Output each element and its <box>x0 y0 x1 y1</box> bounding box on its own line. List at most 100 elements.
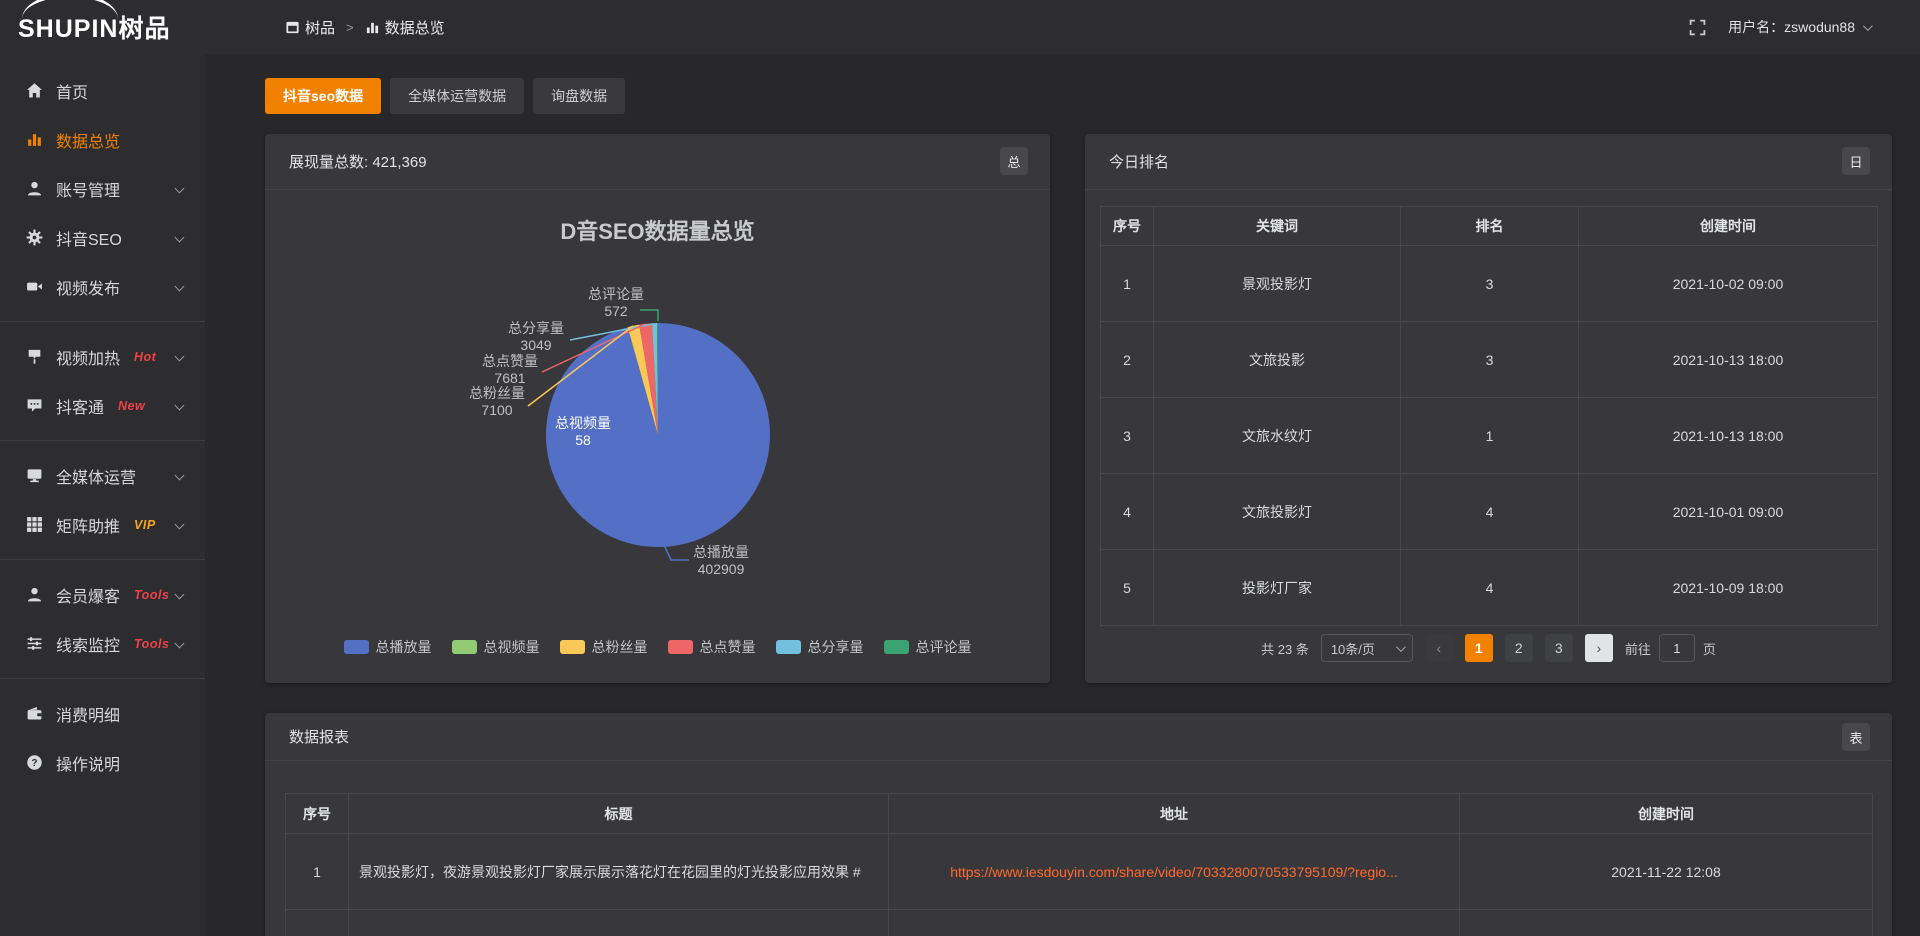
table-row[interactable]: 2 文旅投影 3 2021-10-13 18:00 <box>1101 322 1878 398</box>
tab-inquiry-data[interactable]: 询盘数据 <box>533 78 625 114</box>
chevron-down-icon <box>175 282 185 292</box>
sidebar-item-douketong[interactable]: 抖客通 New <box>0 381 205 430</box>
breadcrumb-root[interactable]: 树品 <box>285 17 335 38</box>
breadcrumb-root-label: 树品 <box>305 17 335 38</box>
chevron-down-icon <box>175 401 185 411</box>
next-page-button[interactable]: › <box>1585 634 1613 662</box>
pie-label-comments: 总评论量572 <box>588 286 644 320</box>
total-toggle-button[interactable]: 总 <box>1000 147 1028 175</box>
report-table: 序号 标题 地址 创建时间 1 景观投影灯，夜游景观投影灯厂家展示展示落花灯在花… <box>285 793 1873 936</box>
tab-media-operation-data[interactable]: 全媒体运营数据 <box>390 78 524 114</box>
legend-item-likes[interactable]: 总点赞量 <box>668 637 756 657</box>
impressions-total: 展现量总数: 421,369 <box>289 151 427 172</box>
cell-index: 1 <box>1101 246 1154 322</box>
pie-label-video: 总视频量58 <box>555 415 611 449</box>
page-button-1[interactable]: 1 <box>1465 634 1493 662</box>
cell-created: 2021-10-09 18:00 <box>1579 550 1878 626</box>
cell-keyword: 文旅水纹灯 <box>1154 398 1401 474</box>
table-row[interactable]: 3 文旅水纹灯 1 2021-10-13 18:00 <box>1101 398 1878 474</box>
sidebar-item-account[interactable]: 账号管理 <box>0 164 205 213</box>
page-button-3[interactable]: 3 <box>1545 634 1573 662</box>
sidebar-divider <box>0 559 205 560</box>
vip-badge: VIP <box>134 518 156 532</box>
table-header-row: 序号 标题 地址 创建时间 <box>286 794 1873 834</box>
goto-page-input[interactable] <box>1659 634 1695 662</box>
logo: SHUPIN树品 <box>0 9 205 45</box>
table-row[interactable]: 1 景观投影灯，夜游景观投影灯厂家展示展示落花灯在花园里的灯光投影应用效果 # … <box>286 834 1873 910</box>
sidebar-item-label: 账号管理 <box>56 177 120 201</box>
sidebar-item-label: 操作说明 <box>56 751 120 775</box>
cell-created: 2021-10-13 18:00 <box>1579 322 1878 398</box>
legend-item-play[interactable]: 总播放量 <box>344 637 432 657</box>
cell-index: 4 <box>1101 474 1154 550</box>
chevron-down-icon <box>1396 642 1406 652</box>
legend-item-comments[interactable]: 总评论量 <box>884 637 972 657</box>
sidebar-item-label: 首页 <box>56 79 88 103</box>
sidebar-item-label: 线索监控 <box>56 632 120 656</box>
fullscreen-icon[interactable] <box>1689 19 1706 36</box>
sidebar-item-home[interactable]: 首页 <box>0 66 205 115</box>
tab-douyin-seo-data[interactable]: 抖音seo数据 <box>265 78 381 114</box>
cell-keyword: 文旅投影灯 <box>1154 474 1401 550</box>
chat-icon <box>26 397 43 414</box>
sidebar-divider <box>0 440 205 441</box>
grid-icon <box>26 516 43 533</box>
cell-index: 2 <box>1101 322 1154 398</box>
sidebar-item-video-heat[interactable]: 视频加热 Hot <box>0 332 205 381</box>
sidebar-item-consumption[interactable]: 消费明细 <box>0 689 205 738</box>
legend-item-fans[interactable]: 总粉丝量 <box>560 637 648 657</box>
bar-chart-icon <box>365 20 380 35</box>
chevron-down-icon <box>175 590 185 600</box>
col-header-index: 序号 <box>1101 207 1154 246</box>
sidebar-item-douyin-seo[interactable]: 抖音SEO <box>0 213 205 262</box>
overview-card-header: 展现量总数: 421,369 <box>265 134 1050 190</box>
sidebar-divider <box>0 321 205 322</box>
user-menu[interactable]: 用户名：zswodun88 <box>1728 17 1870 37</box>
breadcrumb: 树品 > 数据总览 <box>285 17 445 38</box>
table-toggle-button[interactable]: 表 <box>1842 723 1870 751</box>
monitor-icon <box>26 467 43 484</box>
overview-card: 展现量总数: 421,369 总 D音SEO数据量总览 总评论量572 <box>265 134 1050 683</box>
col-header-url: 地址 <box>889 794 1460 834</box>
legend-swatch <box>776 640 801 654</box>
legend-item-shares[interactable]: 总分享量 <box>776 637 864 657</box>
table-row[interactable]: 4 文旅投影灯 4 2021-10-01 09:00 <box>1101 474 1878 550</box>
sidebar-item-help[interactable]: ? 操作说明 <box>0 738 205 787</box>
col-header-rank: 排名 <box>1401 207 1579 246</box>
chevron-down-icon <box>175 520 185 530</box>
tools-badge: Tools <box>134 637 169 651</box>
page-button-2[interactable]: 2 <box>1505 634 1533 662</box>
data-tabs: 抖音seo数据 全媒体运营数据 询盘数据 <box>265 78 625 114</box>
breadcrumb-current[interactable]: 数据总览 <box>365 17 445 38</box>
help-icon: ? <box>26 754 43 771</box>
ranking-card-header: 今日排名 <box>1085 134 1892 190</box>
cell-rank: 4 <box>1401 550 1579 626</box>
table-row[interactable]: 1 景观投影灯 3 2021-10-02 09:00 <box>1101 246 1878 322</box>
cell-rank: 4 <box>1401 474 1579 550</box>
sidebar-item-matrix-boost[interactable]: 矩阵助推 VIP <box>0 500 205 549</box>
sidebar-item-label: 抖音SEO <box>56 226 122 250</box>
chevron-down-icon <box>175 471 185 481</box>
col-header-index: 序号 <box>286 794 349 834</box>
page-size-select[interactable]: 10条/页 <box>1321 634 1413 662</box>
sidebar-item-video-publish[interactable]: 视频发布 <box>0 262 205 311</box>
report-link[interactable]: https://www.iesdouyin.com/share/video/70… <box>950 864 1398 880</box>
legend-swatch <box>344 640 369 654</box>
col-header-created: 创建时间 <box>1460 794 1873 834</box>
sidebar-item-data-overview[interactable]: 数据总览 <box>0 115 205 164</box>
ranking-card-title: 今日排名 <box>1109 151 1169 172</box>
report-card-header: 数据报表 <box>265 713 1892 761</box>
sidebar-item-media-operation[interactable]: 全媒体运营 <box>0 451 205 500</box>
pie-label-play: 总播放量402909 <box>693 544 749 578</box>
page-size-value: 10条/页 <box>1331 639 1375 658</box>
table-row[interactable]: 5 投影灯厂家 4 2021-10-09 18:00 <box>1101 550 1878 626</box>
legend-item-video[interactable]: 总视频量 <box>452 637 540 657</box>
day-toggle-button[interactable]: 日 <box>1842 147 1870 175</box>
sidebar-item-member-booster[interactable]: 会员爆客 Tools <box>0 570 205 619</box>
cell-created: 2021-11-22 12:08 <box>1460 834 1873 910</box>
sidebar-item-clue-monitor[interactable]: 线索监控 Tools <box>0 619 205 668</box>
col-header-keyword: 关键词 <box>1154 207 1401 246</box>
ranking-card: 今日排名 日 序号 关键词 排名 创建时间 1 景观投影灯 <box>1085 134 1892 683</box>
pie-chart[interactable] <box>265 190 1050 683</box>
prev-page-button[interactable]: ‹ <box>1425 634 1453 662</box>
